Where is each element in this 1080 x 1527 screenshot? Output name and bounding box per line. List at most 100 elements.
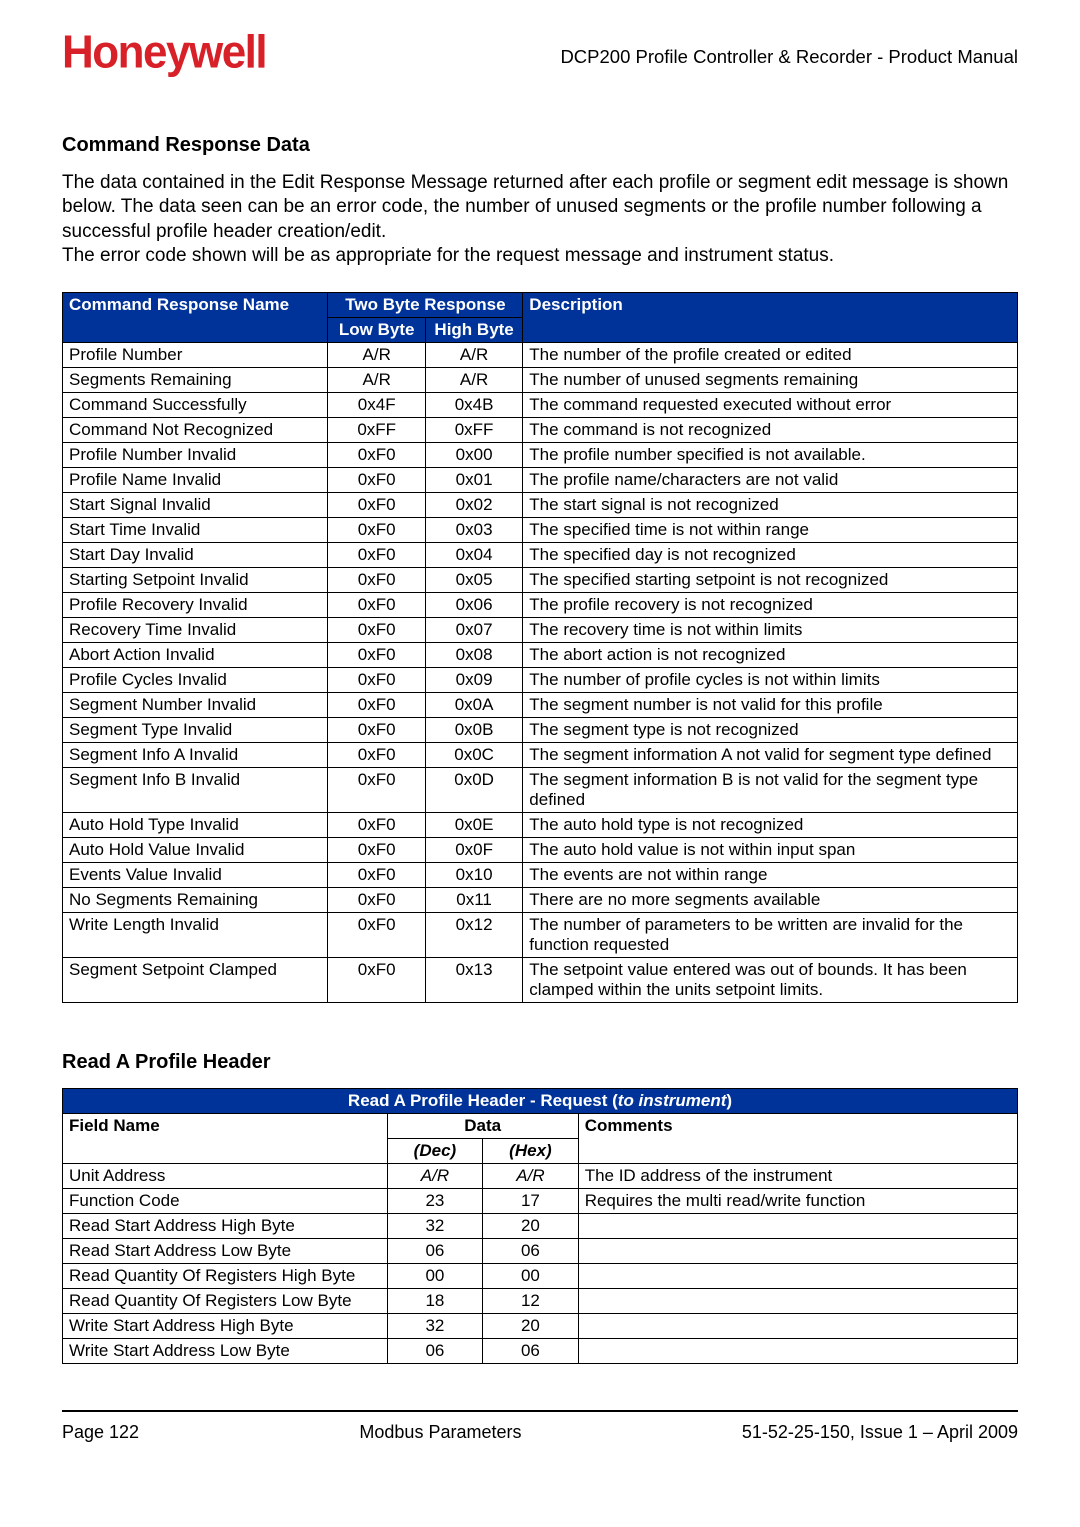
cell-field: Read Start Address Low Byte — [63, 1239, 388, 1264]
cell-desc: The auto hold value is not within input … — [523, 838, 1018, 863]
cell-desc: The setpoint value entered was out of bo… — [523, 958, 1018, 1003]
cell-name: Command Successfully — [63, 393, 328, 418]
cell-high: 0x13 — [425, 958, 522, 1003]
table-row: Read Quantity Of Registers Low Byte1812 — [63, 1289, 1018, 1314]
table-row: Segment Type Invalid0xF00x0BThe segment … — [63, 718, 1018, 743]
cell-name: Events Value Invalid — [63, 863, 328, 888]
title-pre: Read A Profile Header - Request ( — [348, 1091, 618, 1110]
cell-name: Profile Cycles Invalid — [63, 668, 328, 693]
cell-high: 0x12 — [425, 913, 522, 958]
cell-field: Unit Address — [63, 1164, 388, 1189]
cell-high: 0x0E — [425, 813, 522, 838]
cell-hex: 06 — [483, 1239, 579, 1264]
table-row: Starting Setpoint Invalid0xF00x05The spe… — [63, 568, 1018, 593]
cell-field: Function Code — [63, 1189, 388, 1214]
cell-high: 0xFF — [425, 418, 522, 443]
cell-dec: 32 — [387, 1214, 483, 1239]
cell-low: 0xF0 — [328, 443, 425, 468]
cell-high: 0x11 — [425, 888, 522, 913]
table-row: Write Start Address High Byte3220 — [63, 1314, 1018, 1339]
cell-low: 0xF0 — [328, 863, 425, 888]
cell-comments — [578, 1239, 1017, 1264]
cell-dec: 23 — [387, 1189, 483, 1214]
th-field-name: Field Name — [63, 1114, 388, 1164]
cell-desc: The number of profile cycles is not with… — [523, 668, 1018, 693]
cell-name: Profile Recovery Invalid — [63, 593, 328, 618]
cell-hex: 00 — [483, 1264, 579, 1289]
table-row: Segment Info B Invalid0xF00x0DThe segmen… — [63, 768, 1018, 813]
cell-high: 0x06 — [425, 593, 522, 618]
cell-low: 0xF0 — [328, 543, 425, 568]
cell-desc: The number of unused segments remaining — [523, 368, 1018, 393]
th-description: Description — [523, 293, 1018, 343]
cell-desc: The command is not recognized — [523, 418, 1018, 443]
cell-low: 0xF0 — [328, 693, 425, 718]
cell-low: A/R — [328, 368, 425, 393]
cell-low: 0xF0 — [328, 668, 425, 693]
cell-field: Read Quantity Of Registers High Byte — [63, 1264, 388, 1289]
table-row: Segment Info A Invalid0xF00x0CThe segmen… — [63, 743, 1018, 768]
cell-low: 0x4F — [328, 393, 425, 418]
cell-desc: The segment information B is not valid f… — [523, 768, 1018, 813]
cell-desc: The auto hold type is not recognized — [523, 813, 1018, 838]
table-row: Auto Hold Value Invalid0xF00x0FThe auto … — [63, 838, 1018, 863]
cell-comments: The ID address of the instrument — [578, 1164, 1017, 1189]
cell-desc: The events are not within range — [523, 863, 1018, 888]
th-data: Data — [387, 1114, 578, 1139]
cell-name: Start Time Invalid — [63, 518, 328, 543]
cell-desc: The specified time is not within range — [523, 518, 1018, 543]
table-row: Profile Cycles Invalid0xF00x09The number… — [63, 668, 1018, 693]
honeywell-logo: Honeywell — [62, 27, 266, 80]
table-row: Read Start Address High Byte3220 — [63, 1214, 1018, 1239]
cell-field: Read Quantity Of Registers Low Byte — [63, 1289, 388, 1314]
cell-desc: The segment information A not valid for … — [523, 743, 1018, 768]
cell-name: Segment Info A Invalid — [63, 743, 328, 768]
table-row: Profile Recovery Invalid0xF00x06The prof… — [63, 593, 1018, 618]
cell-name: Profile Name Invalid — [63, 468, 328, 493]
cell-comments — [578, 1339, 1017, 1364]
cell-low: 0xF0 — [328, 568, 425, 593]
cell-name: Segments Remaining — [63, 368, 328, 393]
cell-low: 0xF0 — [328, 518, 425, 543]
cell-desc: The profile recovery is not recognized — [523, 593, 1018, 618]
cell-dec: 06 — [387, 1239, 483, 1264]
cell-dec: A/R — [387, 1164, 483, 1189]
cell-desc: The specified day is not recognized — [523, 543, 1018, 568]
cell-dec: 18 — [387, 1289, 483, 1314]
cell-high: 0x07 — [425, 618, 522, 643]
th-table2-title: Read A Profile Header - Request (to inst… — [63, 1089, 1018, 1114]
cell-low: 0xF0 — [328, 913, 425, 958]
cell-hex: 20 — [483, 1214, 579, 1239]
cell-name: Recovery Time Invalid — [63, 618, 328, 643]
cell-name: Segment Setpoint Clamped — [63, 958, 328, 1003]
cell-name: Starting Setpoint Invalid — [63, 568, 328, 593]
cell-high: 0x0B — [425, 718, 522, 743]
cell-desc: The segment type is not recognized — [523, 718, 1018, 743]
cell-low: 0xF0 — [328, 813, 425, 838]
cell-desc: The specified starting setpoint is not r… — [523, 568, 1018, 593]
th-two-byte: Two Byte Response — [328, 293, 523, 318]
cell-desc: The segment number is not valid for this… — [523, 693, 1018, 718]
table-row: Start Signal Invalid0xF00x02The start si… — [63, 493, 1018, 518]
footer-left: Page 122 — [62, 1422, 139, 1443]
cell-name: No Segments Remaining — [63, 888, 328, 913]
cell-desc: The number of parameters to be written a… — [523, 913, 1018, 958]
footer-right: 51-52-25-150, Issue 1 – April 2009 — [742, 1422, 1018, 1443]
document-title: DCP200 Profile Controller & Recorder - P… — [560, 46, 1018, 68]
table-row: Start Time Invalid0xF00x03The specified … — [63, 518, 1018, 543]
table-row: Start Day Invalid0xF00x04The specified d… — [63, 543, 1018, 568]
cell-desc: There are no more segments available — [523, 888, 1018, 913]
table-row: Write Start Address Low Byte0606 — [63, 1339, 1018, 1364]
table-row: Profile Name Invalid0xF00x01The profile … — [63, 468, 1018, 493]
table-row: Write Length Invalid0xF00x12The number o… — [63, 913, 1018, 958]
th-low-byte: Low Byte — [328, 318, 425, 343]
cell-low: 0xFF — [328, 418, 425, 443]
cell-comments: Requires the multi read/write function — [578, 1189, 1017, 1214]
table-row: Events Value Invalid0xF00x10The events a… — [63, 863, 1018, 888]
table-row: Command Successfully0x4F0x4BThe command … — [63, 393, 1018, 418]
table-row: Segments RemainingA/RA/RThe number of un… — [63, 368, 1018, 393]
cell-comments — [578, 1214, 1017, 1239]
cell-dec: 32 — [387, 1314, 483, 1339]
cell-low: 0xF0 — [328, 643, 425, 668]
table-row: Profile Number Invalid0xF00x00The profil… — [63, 443, 1018, 468]
